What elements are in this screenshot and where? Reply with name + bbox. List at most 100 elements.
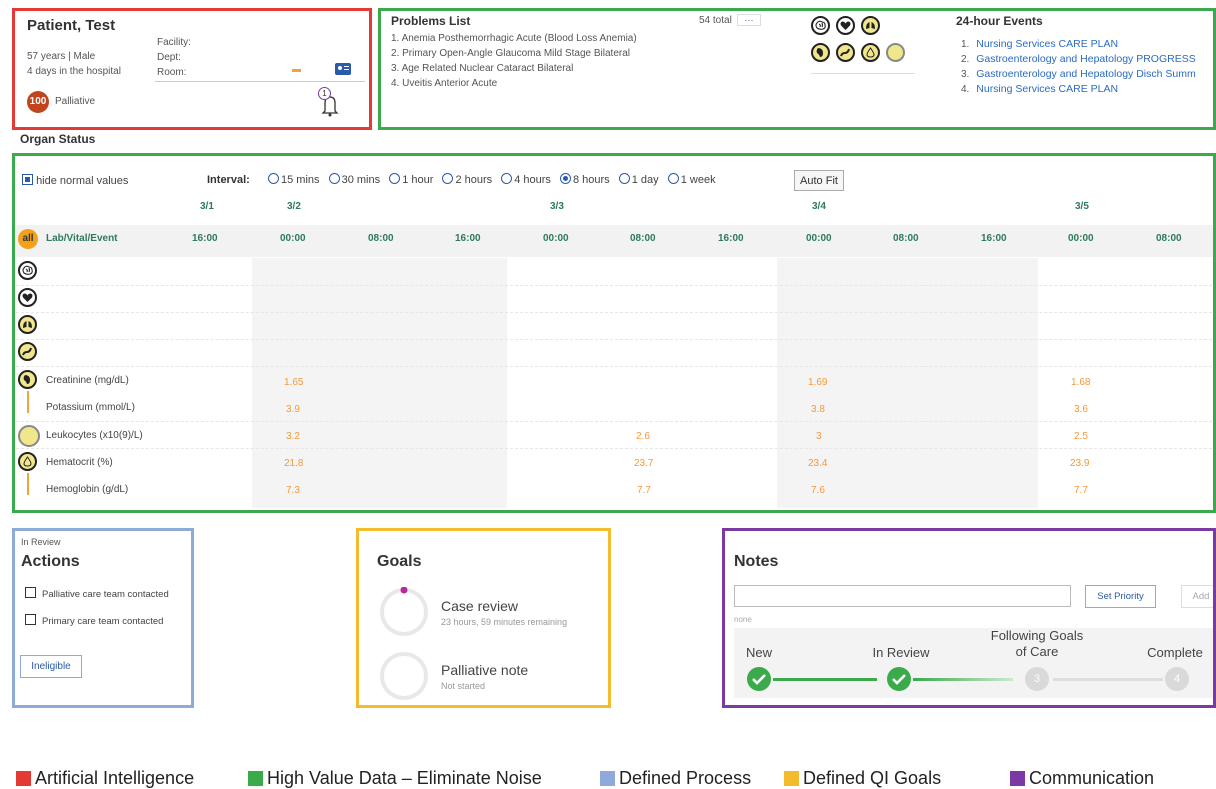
checkbox-icon[interactable] bbox=[25, 587, 36, 598]
interval-radio-15[interactable]: 15 mins bbox=[268, 173, 320, 186]
lungs-row-icon[interactable] bbox=[18, 315, 37, 334]
interval-radio-1h[interactable]: 1 hour bbox=[389, 173, 433, 186]
problem-item[interactable]: 3. Age Related Nuclear Cataract Bilatera… bbox=[391, 63, 573, 74]
date-label: 3/5 bbox=[1075, 201, 1089, 212]
heart-row-icon[interactable] bbox=[18, 288, 37, 307]
lab-value[interactable]: 3.8 bbox=[811, 404, 825, 415]
add-note-button[interactable]: Add bbox=[1181, 585, 1213, 608]
patient-name: Patient, Test bbox=[27, 17, 116, 34]
patient-age-sex: 57 years | Male bbox=[27, 51, 96, 62]
liver-icon[interactable] bbox=[811, 43, 830, 62]
event-link[interactable]: Gastroenterology and Hepatology Disch Su… bbox=[976, 68, 1195, 80]
problem-item[interactable]: 1. Anemia Posthemorrhagic Acute (Blood L… bbox=[391, 33, 637, 44]
lab-vital-event-header[interactable]: Lab/Vital/Event bbox=[46, 233, 118, 244]
interval-radio-4h[interactable]: 4 hours bbox=[501, 173, 551, 186]
patient-status: Palliative bbox=[55, 96, 96, 107]
time-label: 08:00 bbox=[368, 233, 394, 244]
cell-row-icon[interactable] bbox=[18, 425, 40, 447]
date-label: 3/1 bbox=[200, 201, 214, 212]
event-item-4[interactable]: 4. Nursing Services CARE PLAN bbox=[961, 83, 1118, 95]
set-priority-button[interactable]: Set Priority bbox=[1085, 585, 1156, 608]
room-label: Room: bbox=[157, 67, 187, 78]
room-line bbox=[155, 81, 365, 82]
brain-icon[interactable] bbox=[811, 16, 830, 35]
lungs-icon[interactable] bbox=[861, 16, 880, 35]
lab-name[interactable]: Potassium (mmol/L) bbox=[46, 402, 135, 413]
lab-value[interactable]: 21.8 bbox=[284, 458, 303, 469]
checkbox-icon[interactable] bbox=[25, 614, 36, 625]
lab-value[interactable]: 7.7 bbox=[637, 485, 651, 496]
row-divider bbox=[16, 366, 1212, 367]
action-item[interactable]: Palliative care team contacted bbox=[25, 587, 169, 600]
lab-value[interactable]: 23.9 bbox=[1070, 458, 1089, 469]
kidney-group-line bbox=[27, 391, 29, 413]
minus-icon[interactable] bbox=[292, 69, 301, 72]
lab-value[interactable]: 3 bbox=[816, 431, 822, 442]
event-link[interactable]: Nursing Services CARE PLAN bbox=[976, 83, 1118, 95]
hide-normal-checkbox[interactable]: hide normal values bbox=[22, 174, 128, 187]
step-complete-check-icon[interactable] bbox=[887, 667, 911, 691]
action-item[interactable]: Primary care team contacted bbox=[25, 614, 163, 627]
problems-events-panel: Problems List 54 total ··· 1. Anemia Pos… bbox=[378, 8, 1216, 130]
lab-value[interactable]: 23.7 bbox=[634, 458, 653, 469]
patient-panel: Patient, Test 57 years | Male 4 days in … bbox=[12, 8, 372, 130]
step-connector bbox=[1053, 678, 1163, 681]
lab-value[interactable]: 23.4 bbox=[808, 458, 827, 469]
heart-icon[interactable] bbox=[836, 16, 855, 35]
blood-row-icon[interactable] bbox=[18, 452, 37, 471]
blood-drop-icon[interactable] bbox=[861, 43, 880, 62]
auto-fit-button[interactable]: Auto Fit bbox=[794, 170, 844, 191]
problem-item[interactable]: 4. Uveitis Anterior Acute bbox=[391, 78, 497, 89]
kidney-row-icon[interactable] bbox=[18, 370, 37, 389]
event-link[interactable]: Nursing Services CARE PLAN bbox=[976, 38, 1118, 50]
step-pending-4[interactable]: 4 bbox=[1165, 667, 1189, 691]
lab-value[interactable]: 1.69 bbox=[808, 377, 827, 388]
lab-name[interactable]: Hematocrit (%) bbox=[46, 457, 113, 468]
intestine-row-icon[interactable] bbox=[18, 342, 37, 361]
ineligible-button[interactable]: Ineligible bbox=[20, 655, 82, 678]
lab-value[interactable]: 3.2 bbox=[286, 431, 300, 442]
lab-value[interactable]: 1.65 bbox=[284, 377, 303, 388]
time-label: 00:00 bbox=[806, 233, 832, 244]
legend-label: Defined QI Goals bbox=[803, 768, 942, 788]
lab-value[interactable]: 2.6 bbox=[636, 431, 650, 442]
intestine-icon[interactable] bbox=[836, 43, 855, 62]
bell-icon[interactable]: 1 bbox=[315, 87, 345, 117]
legend-swatch bbox=[16, 771, 31, 786]
all-filter-button[interactable]: all bbox=[18, 229, 38, 249]
lab-value[interactable]: 7.7 bbox=[1074, 485, 1088, 496]
lab-name[interactable]: Hemoglobin (g/dL) bbox=[46, 484, 128, 495]
event-num: 3. bbox=[961, 69, 970, 80]
step-pending-3[interactable]: 3 bbox=[1025, 667, 1049, 691]
lab-value[interactable]: 7.6 bbox=[811, 485, 825, 496]
goal-progress-ring bbox=[379, 586, 429, 637]
lab-value[interactable]: 3.6 bbox=[1074, 404, 1088, 415]
interval-radio-2h[interactable]: 2 hours bbox=[442, 173, 492, 186]
goal-name[interactable]: Palliative note bbox=[441, 662, 528, 678]
lab-name[interactable]: Leukocytes (x10(9)/L) bbox=[46, 430, 143, 441]
event-item-3[interactable]: 3. Gastroenterology and Hepatology Disch… bbox=[961, 68, 1196, 80]
interval-radio-30[interactable]: 30 mins bbox=[328, 173, 380, 186]
lab-name[interactable]: Creatinine (mg/dL) bbox=[46, 375, 129, 386]
event-num: 2. bbox=[961, 54, 970, 65]
lab-value[interactable]: 3.9 bbox=[286, 404, 300, 415]
action-label: Palliative care team contacted bbox=[42, 589, 169, 600]
problem-item[interactable]: 2. Primary Open-Angle Glaucoma Mild Stag… bbox=[391, 48, 630, 59]
lab-value[interactable]: 2.5 bbox=[1074, 431, 1088, 442]
contact-card-icon[interactable] bbox=[335, 63, 351, 75]
event-item-2[interactable]: 2. Gastroenterology and Hepatology PROGR… bbox=[961, 53, 1196, 65]
problems-more-button[interactable]: ··· bbox=[737, 14, 761, 26]
event-item-1[interactable]: 1. Nursing Services CARE PLAN bbox=[961, 38, 1118, 50]
cell-icon[interactable] bbox=[886, 43, 905, 62]
interval-radio-1w[interactable]: 1 week bbox=[667, 173, 716, 186]
interval-radio-1d[interactable]: 1 day bbox=[618, 173, 659, 186]
lab-value[interactable]: 7.3 bbox=[286, 485, 300, 496]
goal-name[interactable]: Case review bbox=[441, 598, 518, 614]
note-input[interactable] bbox=[734, 585, 1071, 607]
lab-value[interactable]: 1.68 bbox=[1071, 377, 1090, 388]
checkbox-checked-icon[interactable] bbox=[22, 174, 33, 185]
event-link[interactable]: Gastroenterology and Hepatology PROGRESS bbox=[976, 53, 1195, 65]
brain-row-icon[interactable] bbox=[18, 261, 37, 280]
step-complete-check-icon[interactable] bbox=[747, 667, 771, 691]
interval-radio-8h[interactable]: 8 hours bbox=[559, 173, 610, 186]
